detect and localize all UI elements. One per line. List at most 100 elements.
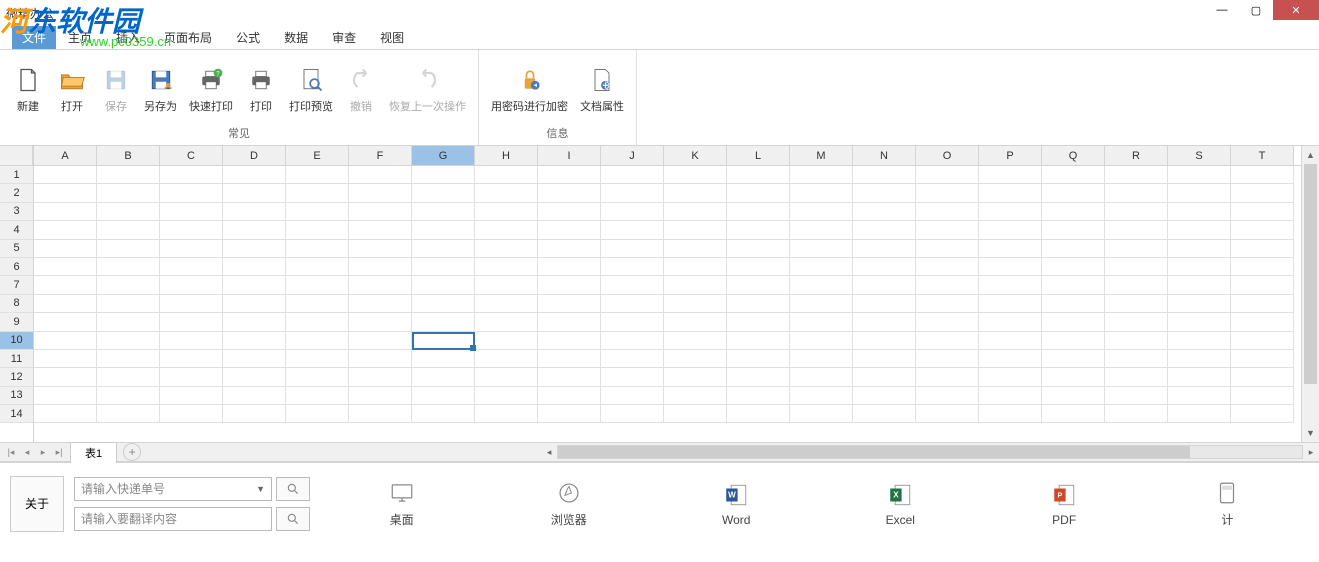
cell[interactable] [349, 332, 412, 350]
column-header[interactable]: N [853, 146, 916, 165]
cell[interactable] [160, 332, 223, 350]
launcher-calc[interactable]: 计 [1213, 479, 1241, 528]
launcher-excel[interactable]: XExcel [886, 481, 915, 527]
cell[interactable] [1168, 240, 1231, 258]
cell[interactable] [349, 295, 412, 313]
cell[interactable] [1231, 240, 1294, 258]
cell[interactable] [97, 295, 160, 313]
tab-3[interactable]: 公式 [224, 26, 272, 49]
cell[interactable] [1105, 313, 1168, 331]
cell[interactable] [1168, 295, 1231, 313]
cell[interactable] [1105, 258, 1168, 276]
cell[interactable] [1231, 405, 1294, 423]
cell[interactable] [223, 221, 286, 239]
cell[interactable] [727, 368, 790, 386]
cell[interactable] [538, 368, 601, 386]
cell[interactable] [664, 258, 727, 276]
cell[interactable] [601, 240, 664, 258]
cell[interactable] [475, 295, 538, 313]
row-header[interactable]: 6 [0, 258, 33, 276]
cell[interactable] [979, 166, 1042, 184]
cell[interactable] [601, 332, 664, 350]
cell[interactable] [349, 405, 412, 423]
cell[interactable] [1105, 166, 1168, 184]
cell[interactable] [538, 276, 601, 294]
cell[interactable] [916, 368, 979, 386]
cell[interactable] [412, 240, 475, 258]
cell[interactable] [916, 184, 979, 202]
row-header[interactable]: 9 [0, 313, 33, 331]
maximize-button[interactable]: ▢ [1239, 0, 1273, 20]
cell[interactable] [916, 203, 979, 221]
cell[interactable] [475, 184, 538, 202]
cell[interactable] [601, 387, 664, 405]
cell[interactable] [97, 258, 160, 276]
cell[interactable] [727, 276, 790, 294]
sheet-last-button[interactable]: ▸| [52, 447, 66, 458]
sheet-tab[interactable]: 表1 [70, 442, 117, 463]
cell[interactable] [1168, 350, 1231, 368]
scroll-up-button[interactable]: ▲ [1302, 146, 1319, 164]
cell[interactable] [664, 368, 727, 386]
cell[interactable] [160, 166, 223, 184]
cell[interactable] [538, 221, 601, 239]
cell[interactable] [475, 332, 538, 350]
select-all-corner[interactable] [0, 146, 33, 166]
cell[interactable] [853, 240, 916, 258]
cell[interactable] [916, 387, 979, 405]
row-header[interactable]: 2 [0, 184, 33, 202]
cell[interactable] [1231, 387, 1294, 405]
cell[interactable] [412, 313, 475, 331]
cell[interactable] [1105, 387, 1168, 405]
cell[interactable] [286, 258, 349, 276]
cell[interactable] [1168, 332, 1231, 350]
cell[interactable] [1042, 166, 1105, 184]
cell[interactable] [475, 368, 538, 386]
row-header[interactable]: 8 [0, 295, 33, 313]
cell[interactable] [160, 350, 223, 368]
cell[interactable] [1105, 184, 1168, 202]
cell[interactable] [601, 166, 664, 184]
cell[interactable] [664, 276, 727, 294]
cell[interactable] [1042, 350, 1105, 368]
cell[interactable] [727, 184, 790, 202]
cell[interactable] [664, 387, 727, 405]
hscroll-thumb[interactable] [558, 446, 1190, 458]
cell[interactable] [160, 258, 223, 276]
cell[interactable] [601, 184, 664, 202]
cell[interactable] [916, 221, 979, 239]
cell[interactable] [601, 258, 664, 276]
cell[interactable] [1042, 368, 1105, 386]
launcher-word[interactable]: WWord [722, 481, 750, 527]
row-header[interactable]: 5 [0, 240, 33, 258]
cell[interactable] [286, 350, 349, 368]
cell[interactable] [223, 184, 286, 202]
cell[interactable] [1231, 203, 1294, 221]
preview-button[interactable]: 打印预览 [283, 62, 339, 116]
cell[interactable] [853, 221, 916, 239]
cell[interactable] [97, 332, 160, 350]
cell[interactable] [979, 184, 1042, 202]
cell[interactable] [1231, 332, 1294, 350]
cell[interactable] [223, 332, 286, 350]
row-header[interactable]: 11 [0, 350, 33, 368]
cell[interactable] [538, 203, 601, 221]
cell[interactable] [853, 350, 916, 368]
props-button[interactable]: 文档属性 [574, 62, 630, 116]
cell[interactable] [601, 368, 664, 386]
tab-file[interactable]: 文件 [12, 26, 56, 49]
cell[interactable] [97, 240, 160, 258]
cell[interactable] [1042, 258, 1105, 276]
cell[interactable] [286, 166, 349, 184]
cell[interactable] [790, 184, 853, 202]
cell[interactable] [1105, 295, 1168, 313]
cell[interactable] [790, 240, 853, 258]
cell[interactable] [475, 350, 538, 368]
cell[interactable] [1168, 276, 1231, 294]
cell[interactable] [1231, 258, 1294, 276]
cell[interactable] [223, 387, 286, 405]
column-header[interactable]: K [664, 146, 727, 165]
cell[interactable] [412, 350, 475, 368]
cell[interactable] [223, 203, 286, 221]
cell[interactable] [916, 350, 979, 368]
